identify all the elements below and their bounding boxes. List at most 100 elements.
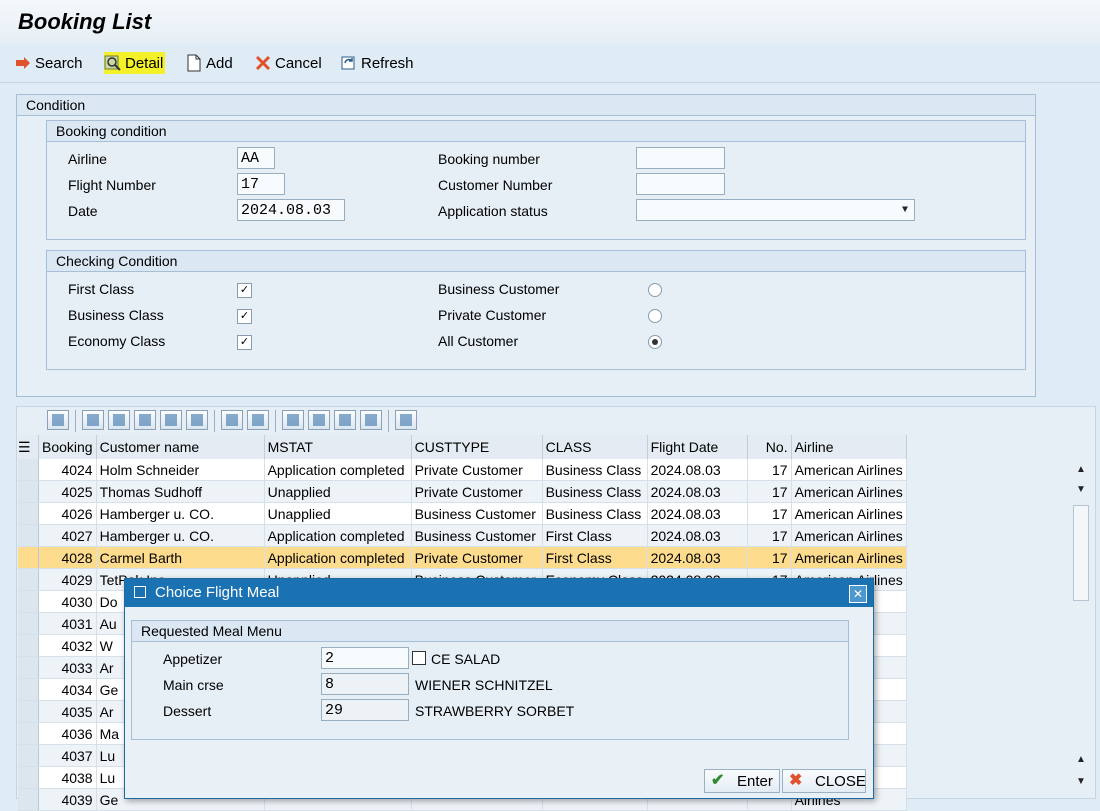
table-cell: Unapplied xyxy=(264,480,412,503)
export-icon[interactable] xyxy=(334,410,356,430)
add-button[interactable]: Add xyxy=(185,52,233,74)
table-cell: Hamberger u. CO. xyxy=(96,502,265,525)
business-customer-radio[interactable] xyxy=(648,283,662,297)
search-button[interactable]: Search xyxy=(14,52,83,74)
table-row[interactable]: 4024 Holm Schneider Application completed P… xyxy=(18,459,907,481)
main-course-label: Main crse xyxy=(163,677,224,693)
find-icon[interactable] xyxy=(134,410,156,430)
cancel-label: Cancel xyxy=(275,54,322,72)
row-selector[interactable] xyxy=(18,700,39,723)
table-cell: 17 xyxy=(747,480,792,503)
column-header[interactable]: CLASS xyxy=(542,435,648,459)
main-course-field[interactable]: 8 xyxy=(321,673,409,695)
table-cell: Private Customer xyxy=(411,546,543,569)
row-selector[interactable] xyxy=(18,744,39,767)
row-selector[interactable] xyxy=(18,788,39,811)
row-selector[interactable] xyxy=(18,524,39,547)
layout-icon[interactable] xyxy=(360,410,382,430)
row-selector[interactable] xyxy=(18,612,39,635)
row-selector[interactable] xyxy=(18,502,39,525)
row-selector[interactable] xyxy=(18,678,39,701)
table-cell: 4026 xyxy=(38,502,97,525)
column-header[interactable]: Booking xyxy=(38,435,97,459)
sort-descending-icon[interactable] xyxy=(108,410,130,430)
dessert-field[interactable]: 29 xyxy=(321,699,409,721)
info-icon[interactable] xyxy=(395,410,417,430)
print-icon[interactable] xyxy=(282,410,304,430)
row-selector[interactable] xyxy=(18,459,39,481)
scroll-up-icon[interactable]: ▲ xyxy=(1074,753,1088,767)
arrow-right-icon xyxy=(14,54,32,72)
date-field[interactable]: 2024.08.03 xyxy=(237,199,345,221)
find-next-icon[interactable] xyxy=(160,410,182,430)
all-customer-radio[interactable] xyxy=(648,335,662,349)
row-selector[interactable] xyxy=(18,590,39,613)
business-class-checkbox[interactable]: ✓ xyxy=(237,309,252,324)
booking-number-field[interactable] xyxy=(636,147,725,169)
add-label: Add xyxy=(206,54,233,72)
sum-icon[interactable] xyxy=(221,410,243,430)
dialog-window-icon xyxy=(134,586,146,598)
column-header[interactable]: Flight Date xyxy=(647,435,748,459)
scroll-down-icon[interactable]: ▼ xyxy=(1074,775,1088,789)
private-customer-radio[interactable] xyxy=(648,309,662,323)
table-cell: 4030 xyxy=(38,590,97,613)
row-selector[interactable] xyxy=(18,766,39,789)
close-icon[interactable]: ✕ xyxy=(849,585,867,603)
row-selector[interactable] xyxy=(18,546,39,569)
table-row[interactable]: 4026 Hamberger u. CO. Unapplied Business Cu… xyxy=(18,502,907,525)
vertical-scrollbar[interactable]: ▲ ▼ ▲ ▼ xyxy=(1071,459,1091,793)
table-cell: 4027 xyxy=(38,524,97,547)
date-label: Date xyxy=(68,203,98,219)
customer-number-field[interactable] xyxy=(636,173,725,195)
scroll-thumb[interactable] xyxy=(1073,505,1089,601)
dialog-title: Choice Flight Meal xyxy=(155,584,280,601)
filter-icon[interactable] xyxy=(186,410,208,430)
flight-number-field[interactable]: 17 xyxy=(237,173,285,195)
checking-condition-title: Checking Condition xyxy=(47,251,1025,272)
column-header[interactable]: Airline xyxy=(791,435,907,459)
value-help-icon[interactable] xyxy=(412,651,426,665)
airline-field[interactable]: AA xyxy=(237,147,275,169)
economy-class-checkbox[interactable]: ✓ xyxy=(237,335,252,350)
refresh-icon xyxy=(340,54,358,72)
subtotal-icon[interactable] xyxy=(247,410,269,430)
details-icon[interactable] xyxy=(47,410,69,430)
table-cell: Hamberger u. CO. xyxy=(96,524,265,547)
table-row[interactable]: 4027 Hamberger u. CO. Application complete… xyxy=(18,524,907,547)
column-header[interactable]: Customer name xyxy=(96,435,265,459)
application-status-select[interactable]: ▼ xyxy=(636,199,915,221)
column-header[interactable]: MSTAT xyxy=(264,435,412,459)
table-row[interactable]: 4028 Carmel Barth Application completed Pri… xyxy=(18,546,907,569)
table-cell: 4032 xyxy=(38,634,97,657)
row-selector[interactable] xyxy=(18,568,39,591)
cancel-x-icon xyxy=(254,54,272,72)
appetizer-field[interactable]: 2 xyxy=(321,647,409,669)
row-selector[interactable] xyxy=(18,722,39,745)
scroll-up-icon[interactable]: ▲ xyxy=(1074,463,1088,477)
views-icon[interactable] xyxy=(308,410,330,430)
table-row[interactable]: 4025 Thomas Sudhoff Unapplied Private Custo… xyxy=(18,480,907,503)
application-status-label: Application status xyxy=(438,203,548,219)
main-course-text: WIENER SCHNITZEL xyxy=(415,677,553,693)
appetizer-text: CE SALAD xyxy=(431,651,501,667)
scroll-down-icon[interactable]: ▼ xyxy=(1074,483,1088,497)
column-header[interactable]: CUSTTYPE xyxy=(411,435,543,459)
close-button[interactable]: ✖ CLOSE xyxy=(782,769,866,793)
customer-number-label: Customer Number xyxy=(438,177,553,193)
refresh-button[interactable]: Refresh xyxy=(340,52,414,74)
cancel-button[interactable]: Cancel xyxy=(254,52,322,74)
first-class-checkbox[interactable]: ✓ xyxy=(237,283,252,298)
select-all-icon[interactable]: ☰ xyxy=(18,435,39,459)
table-cell: American Airlines xyxy=(791,524,907,547)
table-cell: Holm Schneider xyxy=(96,459,265,481)
row-selector[interactable] xyxy=(18,656,39,679)
application-toolbar: Search Detail Add Cancel Refresh xyxy=(0,44,1100,83)
row-selector[interactable] xyxy=(18,634,39,657)
detail-button[interactable]: Detail xyxy=(104,52,166,74)
column-header[interactable]: No. xyxy=(747,435,792,459)
row-selector[interactable] xyxy=(18,480,39,503)
sort-ascending-icon[interactable] xyxy=(82,410,104,430)
table-cell: 2024.08.03 xyxy=(647,524,748,547)
enter-button[interactable]: ✔ Enter xyxy=(704,769,780,793)
